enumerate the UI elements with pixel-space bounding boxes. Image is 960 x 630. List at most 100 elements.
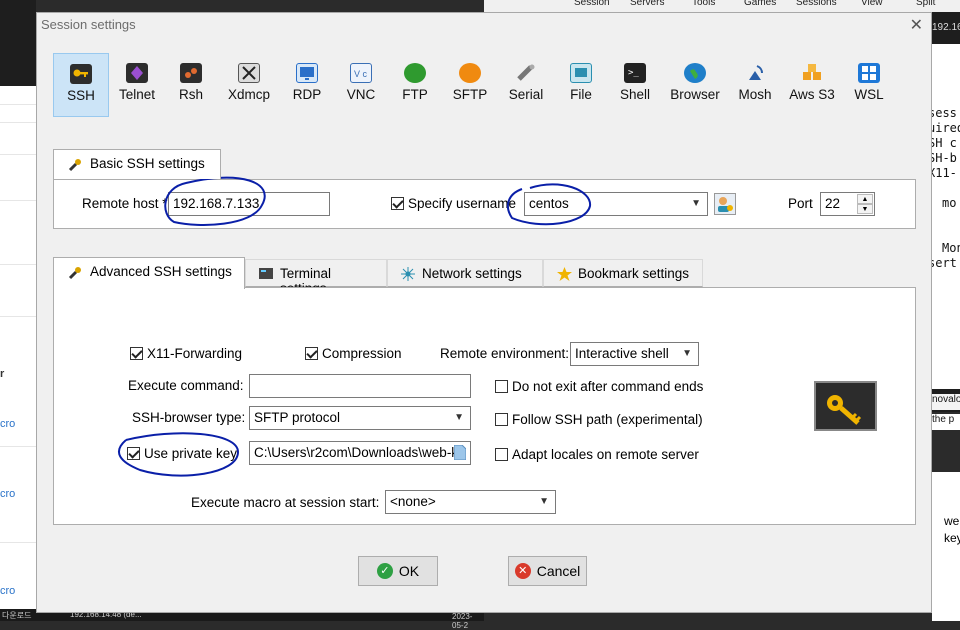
compression-checkbox[interactable]: Compression bbox=[305, 346, 402, 361]
specify-username-checkbox[interactable]: Specify username bbox=[391, 196, 516, 211]
ssh-browser-type-select[interactable]: SFTP protocol ▼ bbox=[249, 406, 471, 430]
chevron-down-icon: ▼ bbox=[691, 198, 701, 209]
bg-fragment: key bbox=[944, 531, 960, 545]
protocol-shell-button[interactable]: >_ Shell bbox=[609, 53, 661, 117]
port-spinner[interactable]: 22 ▲ ▼ bbox=[820, 192, 875, 216]
bg-fragment: novalo bbox=[932, 394, 960, 410]
checkbox-box bbox=[495, 448, 508, 461]
protocol-aws-s3-button[interactable]: Aws S3 bbox=[783, 53, 841, 117]
bg-ip-fragment: 192.16 bbox=[932, 22, 960, 33]
remote-environment-select[interactable]: Interactive shell ▼ bbox=[570, 342, 699, 366]
protocol-sftp-button[interactable]: SFTP bbox=[443, 53, 497, 117]
private-key-path-value: C:\Users\r2com\Downloads\web-k bbox=[254, 445, 459, 460]
x11-forwarding-checkbox[interactable]: X11-Forwarding bbox=[130, 346, 242, 361]
bg-terminal-line: mo bbox=[942, 196, 957, 210]
vnc-icon: V c bbox=[350, 63, 372, 83]
bg-menu-item[interactable]: Games bbox=[744, 0, 776, 8]
protocol-serial-button[interactable]: Serial bbox=[499, 53, 553, 117]
bg-link[interactable]: cro bbox=[0, 418, 15, 430]
cancel-icon: ✕ bbox=[514, 563, 531, 579]
use-private-key-checkbox[interactable]: Use private key bbox=[127, 446, 237, 461]
bg-menu-item[interactable]: Split bbox=[916, 0, 935, 8]
protocol-label: Aws S3 bbox=[789, 87, 835, 102]
checkbox-box bbox=[495, 380, 508, 393]
terminal-icon bbox=[259, 267, 273, 283]
sftp-icon bbox=[459, 63, 481, 83]
protocol-wsl-button[interactable]: WSL bbox=[843, 53, 895, 117]
cancel-button[interactable]: ✕ Cancel bbox=[508, 556, 587, 586]
checkbox-box bbox=[305, 347, 318, 360]
protocol-label: FTP bbox=[402, 87, 428, 102]
remote-environment-value: Interactive shell bbox=[575, 346, 669, 361]
remote-environment-label: Remote environment: bbox=[440, 346, 570, 361]
remote-host-label: Remote host * bbox=[82, 196, 168, 211]
bg-row bbox=[0, 104, 36, 105]
execute-command-input[interactable] bbox=[249, 374, 471, 398]
taskbar-text: 다운로드 bbox=[2, 611, 32, 620]
protocol-label: Browser bbox=[670, 87, 720, 102]
network-icon bbox=[401, 267, 415, 284]
follow-ssh-path-label: Follow SSH path (experimental) bbox=[512, 412, 703, 427]
protocol-telnet-button[interactable]: Telnet bbox=[111, 53, 163, 117]
background-terminal-text-area bbox=[932, 44, 960, 389]
bg-row bbox=[0, 542, 36, 543]
bg-link[interactable]: cro bbox=[0, 488, 15, 500]
spinner-buttons[interactable]: ▲ ▼ bbox=[857, 194, 873, 214]
protocol-label: Shell bbox=[619, 87, 651, 102]
file-browse-icon[interactable] bbox=[453, 444, 467, 463]
basic-ssh-settings-tab[interactable]: Basic SSH settings bbox=[53, 149, 221, 179]
user-manager-icon[interactable] bbox=[714, 193, 736, 215]
port-label: Port bbox=[788, 196, 813, 211]
spin-up-icon[interactable]: ▲ bbox=[857, 194, 873, 204]
protocol-mosh-button[interactable]: Mosh bbox=[729, 53, 781, 117]
ok-button[interactable]: ✓ OK bbox=[358, 556, 438, 586]
protocol-label: Mosh bbox=[738, 87, 772, 102]
protocol-file-button[interactable]: File bbox=[555, 53, 607, 117]
protocol-rsh-button[interactable]: Rsh bbox=[165, 53, 217, 117]
close-icon[interactable]: ✕ bbox=[910, 15, 923, 35]
bg-menu-item[interactable]: Servers bbox=[630, 0, 664, 8]
tab-bookmark-settings[interactable]: Bookmark settings bbox=[543, 259, 703, 287]
private-key-path-input[interactable]: C:\Users\r2com\Downloads\web-k bbox=[249, 441, 471, 465]
do-not-exit-checkbox[interactable]: Do not exit after command ends bbox=[495, 379, 703, 394]
protocol-ssh-button[interactable]: SSH bbox=[53, 53, 109, 117]
protocol-label: RDP bbox=[292, 87, 322, 102]
execute-macro-select[interactable]: <none> ▼ bbox=[385, 490, 556, 514]
tab-network-settings[interactable]: Network settings bbox=[387, 259, 543, 287]
wrench-icon bbox=[68, 266, 82, 283]
bg-row bbox=[0, 264, 36, 265]
username-select[interactable]: centos ▼ bbox=[524, 192, 708, 216]
checkbox-box bbox=[130, 347, 143, 360]
execute-command-label: Execute command: bbox=[128, 378, 244, 393]
protocol-browser-button[interactable]: Browser bbox=[663, 53, 727, 117]
tab-terminal-settings[interactable]: Terminal settings bbox=[245, 259, 387, 296]
protocol-xdmcp-button[interactable]: Xdmcp bbox=[219, 53, 279, 117]
bg-link[interactable]: cro bbox=[0, 585, 15, 597]
svg-text:V c: V c bbox=[354, 69, 368, 79]
bg-menu-item[interactable]: Sessions bbox=[796, 0, 837, 8]
bg-menu-item[interactable]: Tools bbox=[692, 0, 715, 8]
adapt-locales-checkbox[interactable]: Adapt locales on remote server bbox=[495, 447, 699, 462]
tab-advanced-ssh-settings[interactable]: Advanced SSH settings bbox=[53, 257, 245, 289]
bg-row bbox=[0, 200, 36, 201]
protocol-vnc-button[interactable]: V c VNC bbox=[335, 53, 387, 117]
bg-menu-item[interactable]: View bbox=[861, 0, 883, 8]
tab-label: Network settings bbox=[422, 266, 522, 281]
bg-row bbox=[0, 122, 36, 123]
checkbox-box bbox=[127, 447, 140, 460]
spin-down-icon[interactable]: ▼ bbox=[857, 204, 873, 214]
session-settings-dialog: Session settings ✕ SSH Telnet Rsh Xdmcp … bbox=[36, 12, 932, 613]
background-dark-area bbox=[0, 0, 36, 86]
username-value: centos bbox=[529, 196, 569, 211]
bg-terminal-line: uired bbox=[928, 121, 960, 135]
key-icon bbox=[827, 395, 862, 425]
remote-host-input[interactable]: 192.168.7.133 bbox=[168, 192, 330, 216]
bg-menu-item[interactable]: Session bbox=[574, 0, 610, 8]
ssh-browser-type-label: SSH-browser type: bbox=[132, 410, 246, 425]
follow-ssh-path-checkbox[interactable]: Follow SSH path (experimental) bbox=[495, 412, 703, 427]
protocol-rdp-button[interactable]: RDP bbox=[281, 53, 333, 117]
background-panel-lower: we key bbox=[932, 472, 960, 621]
svg-text:>_: >_ bbox=[628, 68, 639, 78]
protocol-ftp-button[interactable]: FTP bbox=[389, 53, 441, 117]
specify-username-label: Specify username bbox=[408, 196, 517, 211]
